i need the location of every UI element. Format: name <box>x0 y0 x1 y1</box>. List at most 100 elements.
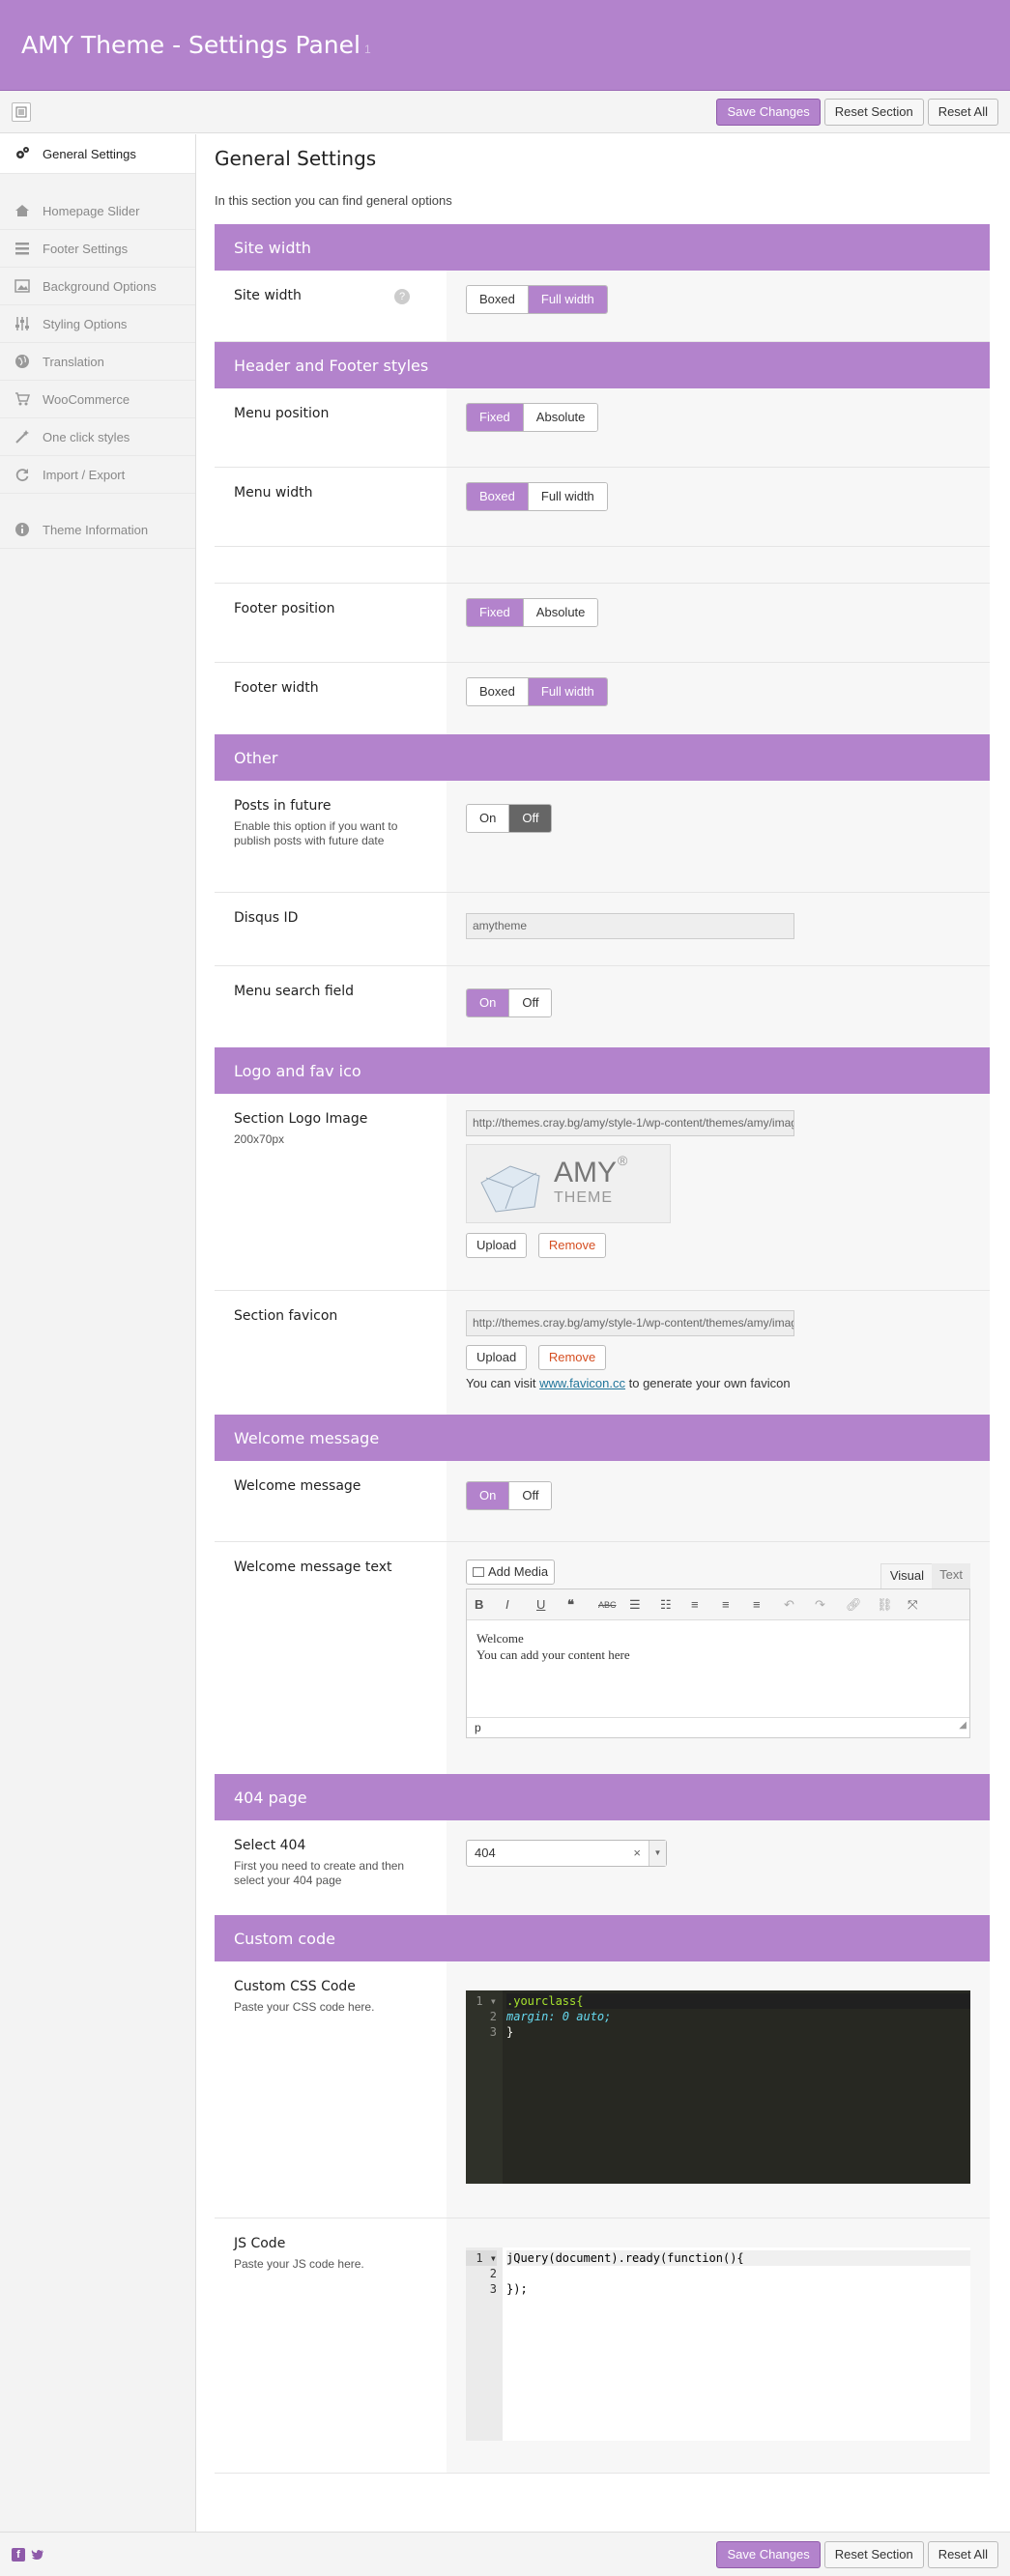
option-full-width[interactable]: Full width <box>527 678 607 705</box>
reset-section-button[interactable]: Reset Section <box>823 98 924 126</box>
logo-registered: ® <box>618 1153 628 1168</box>
align-right-icon[interactable]: ≡ <box>753 1597 784 1612</box>
setting-row-disqus-id: Disqus ID amytheme <box>215 893 990 966</box>
editor-toolbar: B I U ❝ ABC ☰ ☷ ≡ ≡ ≡ ↶ ↷ 🔗︎ ⛓︎ ⤧ <box>467 1589 969 1620</box>
code-line: jQuery(document).ready(function(){ <box>506 2250 970 2266</box>
bold-icon[interactable]: B <box>475 1597 505 1612</box>
resize-handle-icon[interactable]: ◢ <box>959 1716 967 1735</box>
page-description: In this section you can find general opt… <box>215 193 452 208</box>
sidebar-item-general-settings[interactable]: General Settings <box>0 134 195 174</box>
save-changes-button[interactable]: Save Changes <box>716 98 821 126</box>
wysiwyg-editor: B I U ❝ ABC ☰ ☷ ≡ ≡ ≡ ↶ ↷ 🔗︎ ⛓︎ ⤧ Welcom… <box>466 1589 970 1738</box>
reset-section-button[interactable]: Reset Section <box>823 2540 924 2568</box>
italic-icon[interactable]: I <box>505 1597 536 1612</box>
setting-label: Footer width <box>234 680 319 696</box>
css-code-editor[interactable]: 1 ▾ 2 3 .yourclass{ margin: 0 auto; } <box>466 1990 970 2184</box>
sidebar-item-styling-options[interactable]: Styling Options <box>0 305 195 343</box>
twitter-icon[interactable] <box>31 2548 44 2562</box>
js-code-editor[interactable]: 1 ▾ 2 3 jQuery(document).ready(function(){… <box>466 2247 970 2441</box>
numbered-list-icon[interactable]: ☷ <box>660 1597 691 1613</box>
section-header-custom-code: Custom code <box>215 1915 990 1961</box>
reset-all-button[interactable]: Reset All <box>927 2540 998 2568</box>
logo-remove-button[interactable]: Remove <box>537 1233 607 1258</box>
bullet-list-icon[interactable]: ☰ <box>629 1597 660 1613</box>
logo-upload-button[interactable]: Upload <box>466 1233 528 1258</box>
setting-label: Menu width <box>234 485 313 501</box>
wand-icon <box>14 428 31 445</box>
option-on[interactable]: On <box>467 805 509 832</box>
option-off[interactable]: Off <box>508 1482 552 1509</box>
setting-row-menu-position: Menu position Fixed Absolute <box>215 388 990 468</box>
favicon-upload-button[interactable]: Upload <box>466 1345 528 1370</box>
option-fixed[interactable]: Fixed <box>467 404 523 431</box>
clear-icon[interactable]: × <box>633 1841 641 1866</box>
option-boxed[interactable]: Boxed <box>467 678 528 705</box>
favicon-url-input[interactable]: http://themes.cray.bg/amy/style-1/wp-con… <box>466 1310 794 1336</box>
setting-row-posts-in-future: Posts in future Enable this option if yo… <box>215 781 990 893</box>
disqus-id-input[interactable]: amytheme <box>466 913 794 939</box>
site-width-buttonset: Boxed Full width <box>466 285 608 314</box>
sidebar-item-theme-information[interactable]: Theme Information <box>0 511 195 549</box>
save-changes-button[interactable]: Save Changes <box>716 2540 821 2568</box>
expand-toggle-icon[interactable] <box>12 101 31 122</box>
unlink-icon[interactable]: ⛓︎ <box>877 1597 908 1613</box>
favicon-cc-link[interactable]: www.favicon.cc <box>539 1376 625 1390</box>
add-media-button[interactable]: Add Media <box>466 1560 556 1585</box>
menu-position-buttonset: Fixed Absolute <box>466 403 599 432</box>
list-icon <box>14 240 31 257</box>
setting-row-footer-position: Footer position Fixed Absolute <box>215 584 990 663</box>
editor-path: p <box>475 1721 481 1734</box>
option-full-width[interactable]: Full width <box>527 286 607 313</box>
option-on[interactable]: On <box>467 989 509 1016</box>
logo-preview: AMY ® THEME <box>466 1144 671 1223</box>
tab-text[interactable]: Text <box>932 1563 970 1589</box>
strikethrough-icon[interactable]: ABC <box>598 1600 629 1610</box>
sidebar-item-one-click-styles[interactable]: One click styles <box>0 418 195 456</box>
tab-visual[interactable]: Visual <box>880 1563 934 1589</box>
select-404-dropdown[interactable]: 404 × ▼ <box>466 1840 667 1867</box>
redo-icon[interactable]: ↷ <box>815 1597 846 1613</box>
sidebar-item-translation[interactable]: Translation <box>0 343 195 381</box>
sidebar-item-woocommerce[interactable]: WooCommerce <box>0 381 195 418</box>
option-full-width[interactable]: Full width <box>527 483 607 510</box>
sidebar-item-label: General Settings <box>43 146 136 161</box>
align-center-icon[interactable]: ≡ <box>722 1597 753 1612</box>
option-off[interactable]: Off <box>508 989 552 1016</box>
sidebar-item-footer-settings[interactable]: Footer Settings <box>0 230 195 268</box>
section-header-welcome: Welcome message <box>215 1415 990 1461</box>
globe-icon <box>14 353 31 370</box>
sidebar-item-import-export[interactable]: Import / Export <box>0 456 195 494</box>
chevron-down-icon[interactable]: ▼ <box>649 1841 666 1866</box>
sidebar-item-homepage-slider[interactable]: Homepage Slider <box>0 192 195 230</box>
underline-icon[interactable]: U <box>536 1597 567 1612</box>
logo-url-input[interactable]: http://themes.cray.bg/amy/style-1/wp-con… <box>466 1110 794 1136</box>
section-header-other: Other <box>215 734 990 781</box>
option-fixed[interactable]: Fixed <box>467 599 523 626</box>
favicon-remove-button[interactable]: Remove <box>537 1345 607 1370</box>
link-icon[interactable]: 🔗︎ <box>846 1597 877 1613</box>
code-lines: jQuery(document).ready(function(){ }); <box>503 2247 970 2441</box>
reset-all-button[interactable]: Reset All <box>927 98 998 126</box>
setting-label: Menu search field <box>234 984 355 999</box>
setting-row-js-code: JS Code Paste your JS code here. 1 ▾ 2 3 j… <box>215 2218 990 2474</box>
sidebar-item-label: Translation <box>43 354 104 369</box>
setting-description: 200x70px <box>234 1132 285 1146</box>
option-on[interactable]: On <box>467 1482 509 1509</box>
help-icon[interactable]: ? <box>394 289 410 304</box>
editor-content[interactable]: Welcome You can add your content here <box>467 1620 969 1717</box>
sidebar-item-background-options[interactable]: Background Options <box>0 268 195 305</box>
facebook-icon[interactable]: f <box>12 2547 25 2562</box>
fullscreen-icon[interactable]: ⤧ <box>908 1597 938 1613</box>
sidebar-item-label: Footer Settings <box>43 241 129 256</box>
option-absolute[interactable]: Absolute <box>522 404 598 431</box>
blockquote-icon[interactable]: ❝ <box>567 1597 598 1613</box>
option-boxed[interactable]: Boxed <box>467 286 528 313</box>
setting-row-favicon: Section favicon http://themes.cray.bg/am… <box>215 1291 990 1415</box>
option-boxed[interactable]: Boxed <box>467 483 528 510</box>
option-absolute[interactable]: Absolute <box>522 599 598 626</box>
align-left-icon[interactable]: ≡ <box>691 1597 722 1612</box>
editor-statusbar: p ◢ <box>467 1717 969 1737</box>
option-off[interactable]: Off <box>508 805 552 832</box>
undo-icon[interactable]: ↶ <box>784 1597 815 1613</box>
media-icon <box>473 1567 484 1577</box>
